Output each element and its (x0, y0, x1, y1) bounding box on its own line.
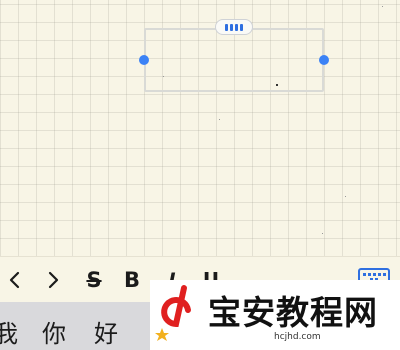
resize-handle-left[interactable] (139, 55, 149, 65)
ime-candidate[interactable]: 好 (94, 314, 118, 349)
ime-candidate[interactable]: 我 (0, 314, 18, 349)
canvas-speck (163, 76, 164, 77)
text-cursor (276, 84, 278, 86)
site-watermark: 宝安教程网 hcjhd.com (150, 280, 400, 350)
watermark-logo (155, 285, 191, 341)
canvas-speck (382, 6, 383, 7)
strikethrough-button[interactable]: S (80, 265, 108, 295)
bold-button[interactable]: B (118, 265, 146, 295)
grid-canvas[interactable] (0, 0, 400, 256)
canvas-speck (345, 196, 346, 197)
move-handle[interactable] (215, 19, 253, 35)
text-box-selection[interactable] (144, 28, 324, 92)
canvas-speck (322, 233, 323, 234)
ime-candidate[interactable]: 你 (42, 314, 66, 349)
resize-handle-right[interactable] (319, 55, 329, 65)
watermark-url: hcjhd.com (274, 332, 321, 342)
canvas-speck (219, 119, 220, 120)
watermark-title: 宝安教程网 (208, 293, 378, 332)
chevron-right-icon[interactable] (40, 265, 68, 295)
chevron-left-icon[interactable] (0, 265, 28, 295)
